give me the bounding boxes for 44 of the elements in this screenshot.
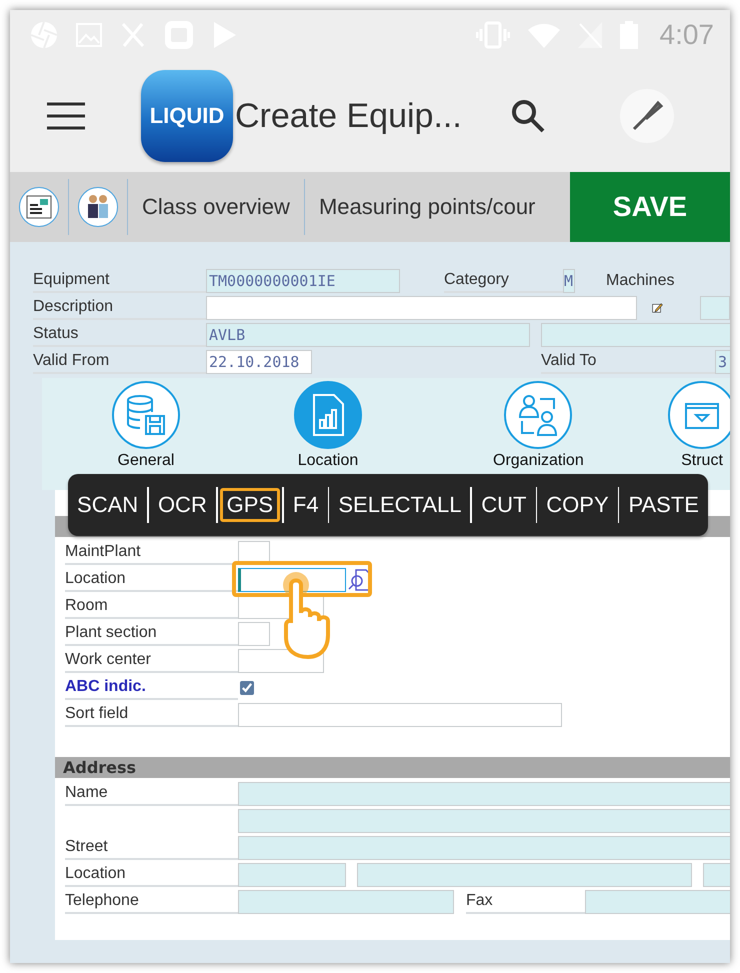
input-field[interactable]: 3	[715, 350, 730, 374]
save-button[interactable]: SAVE	[570, 172, 730, 242]
database-icon	[126, 394, 166, 436]
section-title: Address	[55, 757, 730, 778]
document-button[interactable]	[19, 187, 59, 227]
input-field[interactable]	[238, 863, 346, 887]
window-icon	[685, 400, 719, 430]
input-field[interactable]	[238, 836, 730, 860]
checkbox[interactable]	[240, 681, 254, 695]
input-field[interactable]: M	[563, 269, 575, 293]
menu-item[interactable]: F4	[286, 488, 326, 522]
input-field[interactable]	[238, 890, 454, 914]
menu-item[interactable]: GPS	[220, 488, 280, 522]
input-field[interactable]	[238, 622, 270, 646]
clock-time: 4:07	[660, 19, 714, 51]
page-title: Create Equip...	[235, 96, 462, 136]
menu-item[interactable]: SCAN	[70, 488, 146, 522]
toolbar-button[interactable]: Measuring points/cour	[304, 194, 550, 220]
menu-item[interactable]: PASTE	[621, 488, 706, 522]
input-field[interactable]	[585, 890, 730, 914]
chart-document-icon	[312, 394, 344, 436]
input-field[interactable]: 22.10.2018	[206, 350, 312, 374]
people-button[interactable]	[78, 187, 118, 227]
input-field[interactable]	[206, 296, 637, 320]
document-icon	[26, 195, 52, 219]
menu-icon[interactable]	[47, 102, 85, 130]
menu-item[interactable]: SELECTALL	[331, 488, 468, 522]
menu-item[interactable]: OCR	[150, 488, 214, 522]
toolbar-button[interactable]: Class overview	[128, 194, 304, 220]
input-field[interactable]: AVLB	[206, 323, 530, 347]
input-field[interactable]	[238, 809, 730, 833]
menu-item[interactable]: COPY	[539, 488, 616, 522]
input-field[interactable]: TM0000000001IE	[206, 269, 400, 293]
app-logo: LIQUID	[141, 70, 233, 162]
category-text: Machines	[606, 272, 674, 290]
search-icon[interactable]	[510, 98, 546, 134]
input-field[interactable]	[238, 703, 562, 727]
menu-item[interactable]: CUT	[474, 488, 534, 522]
screwdriver-icon[interactable]	[620, 89, 674, 143]
field-label: ABC indic.	[65, 676, 238, 700]
input-field[interactable]	[700, 296, 730, 320]
input-field[interactable]	[238, 782, 730, 806]
input-field[interactable]	[541, 323, 730, 347]
input-field[interactable]	[357, 863, 692, 887]
